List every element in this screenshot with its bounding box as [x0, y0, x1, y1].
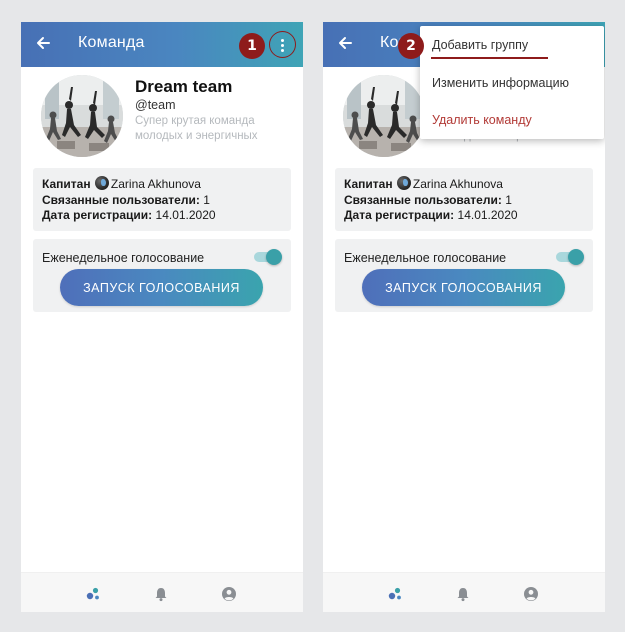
captain-row: Капитан Zarina Akhunova [344, 176, 593, 193]
captain-avatar-icon [94, 176, 109, 190]
profile-icon[interactable] [523, 586, 539, 602]
menu-item-edit-info[interactable]: Изменить информацию [432, 76, 569, 90]
linked-users-label: Связанные пользователи: [42, 192, 200, 207]
weekly-voting-label: Еженедельное голосование [344, 251, 507, 265]
linked-users-row: Связанные пользователи: 1 [42, 193, 291, 209]
linked-users-value: 1 [203, 192, 210, 207]
teams-icon[interactable] [387, 586, 403, 602]
phone-screen-team: Команда Dream team @team Супер крутая ко… [21, 22, 303, 612]
captain-label: Капитан [344, 177, 393, 191]
back-arrow-icon[interactable] [335, 33, 355, 53]
menu-item-delete-team[interactable]: Удалить команду [432, 113, 532, 127]
more-vert-icon-dot [281, 44, 284, 47]
toggle-knob [266, 249, 282, 265]
registration-label: Дата регистрации: [344, 208, 455, 222]
page-title: Команда [78, 34, 145, 51]
step-2-badge: 2 [398, 33, 424, 59]
profile-icon[interactable] [221, 586, 237, 602]
menu-item-add-group[interactable]: Добавить группу [432, 38, 528, 52]
team-handle: @team [135, 98, 176, 112]
team-avatar [343, 75, 425, 157]
weekly-voting-toggle[interactable] [556, 249, 584, 265]
back-arrow-icon[interactable] [33, 33, 53, 53]
team-description: Супер крутая команда молодых и энергичны… [135, 115, 258, 142]
voting-card: Еженедельное голосование ЗАПУСК ГОЛОСОВА… [335, 239, 593, 312]
captain-name[interactable]: Zarina Akhunova [111, 177, 201, 191]
more-vert-icon [281, 39, 284, 42]
registration-value: 14.01.2020 [155, 208, 216, 222]
captain-row: Капитан Zarina Akhunova [42, 176, 291, 193]
registration-value: 14.01.2020 [457, 208, 518, 222]
start-voting-button[interactable]: ЗАПУСК ГОЛОСОВАНИЯ [60, 269, 263, 306]
bell-icon[interactable] [153, 586, 169, 602]
team-avatar [41, 75, 123, 157]
phone-screen-team-menu: Команда [323, 22, 605, 612]
toggle-knob [568, 249, 584, 265]
team-name: Dream team [135, 77, 233, 96]
step-1-badge: 1 [239, 33, 265, 59]
team-info-card: Капитан Zarina Akhunova Связанные пользо… [335, 168, 593, 231]
highlight-underline [431, 57, 548, 59]
team-profile: Dream team @team Супер крутая команда мо… [21, 67, 303, 177]
weekly-voting-toggle[interactable] [254, 249, 282, 265]
weekly-voting-label: Еженедельное голосование [42, 251, 205, 265]
linked-users-value: 1 [505, 192, 512, 207]
bell-icon[interactable] [455, 586, 471, 602]
registration-row: Дата регистрации: 14.01.2020 [42, 208, 291, 224]
linked-users-label: Связанные пользователи: [344, 192, 502, 207]
bottom-nav [21, 572, 303, 612]
captain-avatar-icon [396, 176, 411, 190]
bottom-nav [323, 572, 605, 612]
registration-row: Дата регистрации: 14.01.2020 [344, 208, 593, 224]
overflow-menu: Добавить группу Изменить информацию Удал… [420, 26, 604, 139]
teams-icon[interactable] [85, 586, 101, 602]
start-voting-button[interactable]: ЗАПУСК ГОЛОСОВАНИЯ [362, 269, 565, 306]
captain-name[interactable]: Zarina Akhunova [413, 177, 503, 191]
more-vert-icon-dot [281, 49, 284, 52]
team-info-card: Капитан Zarina Akhunova Связанные пользо… [33, 168, 291, 231]
voting-card: Еженедельное голосование ЗАПУСК ГОЛОСОВА… [33, 239, 291, 312]
registration-label: Дата регистрации: [42, 208, 153, 222]
captain-label: Капитан [42, 177, 91, 191]
more-menu-button[interactable] [269, 31, 296, 58]
linked-users-row: Связанные пользователи: 1 [344, 193, 593, 209]
